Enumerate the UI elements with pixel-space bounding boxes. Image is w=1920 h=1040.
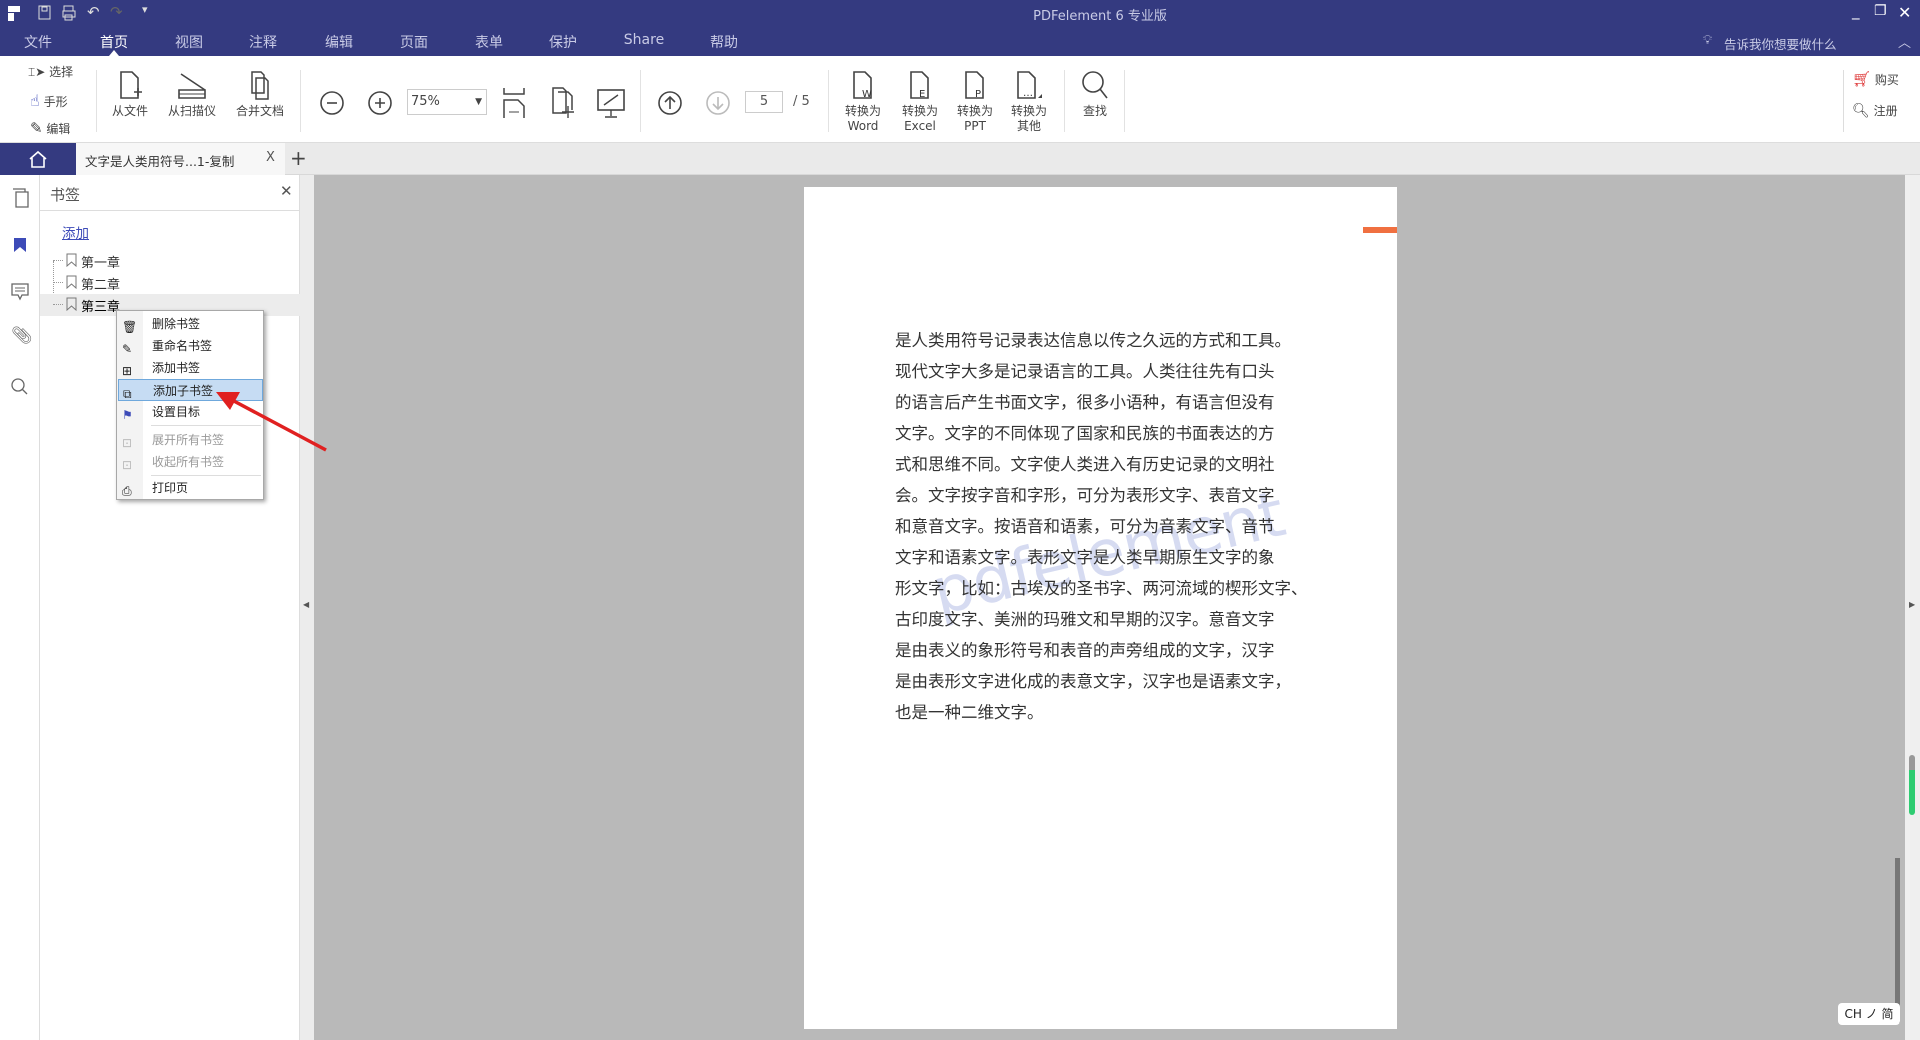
text-line: 会。文字按字音和字形，可分为表形文字、表音文字: [895, 486, 1275, 505]
text-line: 是人类用符号记录表达信息以传之久远的方式和工具。: [895, 331, 1291, 350]
tell-me-search[interactable]: 告诉我你想要做什么: [1724, 34, 1837, 53]
page-scroll-thumb[interactable]: [1895, 858, 1900, 1023]
fit-width-icon[interactable]: [502, 86, 526, 120]
zoom-select[interactable]: 75% ▼: [407, 89, 487, 115]
menu-help[interactable]: 帮助: [710, 32, 738, 52]
excel-file-icon: E: [910, 71, 929, 100]
text-line: 文字和语素文字。表形文字是人类早期原生文字的象: [895, 548, 1275, 567]
text-line: 文字。文字的不同体现了国家和民族的书面表达的方: [895, 424, 1275, 443]
scroll-indicator: [1909, 755, 1915, 815]
page-marker: [1363, 227, 1397, 233]
convert-to-word-button[interactable]: W 转换为 Word: [840, 70, 886, 134]
collapse-left-icon[interactable]: ◀: [303, 600, 309, 609]
pdf-page: pdfelement 是人类用符号记录表达信息以传之久远的方式和工具。 现代文字大…: [804, 187, 1397, 1029]
expand-right-icon[interactable]: ▶: [1909, 600, 1915, 609]
minimize-button[interactable]: _: [1852, 2, 1860, 20]
menu-page[interactable]: 页面: [400, 32, 428, 52]
buy-button[interactable]: 🛒︎ 购买: [1852, 72, 1899, 88]
text-line: 古印度文字、美洲的玛雅文和早期的汉字。意音文字: [895, 610, 1275, 629]
word-file-icon: W: [853, 71, 872, 100]
lightbulb-icon: 💡︎: [1703, 33, 1713, 48]
text-line: 也是一种二维文字。: [895, 703, 1044, 722]
svg-text:E: E: [919, 89, 925, 100]
vertical-scrollbar[interactable]: ▶: [1905, 175, 1920, 1040]
close-window-button[interactable]: ✕: [1898, 3, 1911, 22]
menu-protect[interactable]: 保护: [549, 32, 577, 52]
page-number-input[interactable]: 5: [745, 91, 783, 113]
svg-text:W: W: [862, 89, 872, 100]
text-line: 式和思维不同。文字使人类进入有历史记录的文明社: [895, 455, 1275, 474]
convert-to-ppt-button[interactable]: P 转换为 PPT: [952, 70, 998, 134]
chevron-down-icon: ▼: [475, 97, 482, 107]
previous-page-icon[interactable]: [657, 90, 683, 116]
convert-to-other-button[interactable]: … 转换为 其他: [1006, 70, 1052, 134]
maximize-button[interactable]: ❐: [1874, 3, 1887, 19]
ppt-file-icon: P: [965, 71, 984, 100]
red-annotation-arrow: [216, 392, 327, 452]
register-button[interactable]: 🔍︎ 注册: [1852, 104, 1898, 119]
svg-text:P: P: [975, 89, 981, 100]
next-page-icon[interactable]: [705, 90, 731, 116]
text-line: 是由表形文字进化成的表意文字，汉字也是语素文字，: [895, 672, 1291, 691]
text-line: 现代文字大多是记录语言的工具。人类往往先有口头: [895, 362, 1275, 381]
text-line: 形文字，比如：古埃及的圣书字、两河流域的楔形文字、: [895, 579, 1308, 598]
text-line: 是由表义的象形符号和表音的声旁组成的文字，汉字: [895, 641, 1275, 660]
svg-text:…: …: [1023, 88, 1033, 99]
menu-form[interactable]: 表单: [475, 32, 503, 52]
text-line: 的语言后产生书面文字，很多小语种，有语言但没有: [895, 393, 1275, 412]
collapse-ribbon-icon[interactable]: ︿: [1898, 32, 1911, 51]
full-screen-icon[interactable]: [596, 88, 626, 120]
text-line: 和意音文字。按语音和语素，可分为音素文字、音节: [895, 517, 1275, 536]
fit-page-icon[interactable]: [550, 86, 576, 120]
key-icon: 🔍︎: [1852, 103, 1870, 119]
other-file-icon: …: [1017, 71, 1042, 99]
search-icon: [1082, 71, 1108, 99]
page-total: / 5: [793, 94, 810, 109]
cart-icon: 🛒︎: [1852, 70, 1872, 88]
find-button[interactable]: 查找: [1076, 70, 1114, 119]
menu-share[interactable]: Share: [624, 32, 664, 48]
ime-indicator[interactable]: CH ノ 简: [1838, 1003, 1900, 1025]
convert-to-excel-button[interactable]: E 转换为 Excel: [897, 70, 943, 134]
